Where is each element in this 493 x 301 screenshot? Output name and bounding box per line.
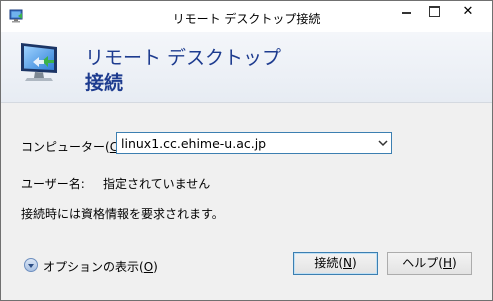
header-title: リモート デスクトップ <box>85 47 282 69</box>
credentials-info: 接続時には資格情報を要求されます。 <box>21 207 224 221</box>
chevron-down-icon[interactable] <box>378 140 388 147</box>
minimize-button[interactable] <box>393 1 419 22</box>
close-icon: ✕ <box>462 4 474 19</box>
maximize-icon <box>429 6 440 17</box>
help-button[interactable]: ヘルプ(H) <box>387 252 472 275</box>
remote-desktop-window: リモート デスクトップ接続 ✕ リモート デスクトップ 接続 コンピューター(C… <box>0 0 493 301</box>
minimize-icon <box>402 12 411 14</box>
header-subtitle: 接続 <box>85 72 124 94</box>
computer-combobox[interactable]: linux1.cc.ehime-u.ac.jp <box>116 132 392 154</box>
computer-input[interactable]: linux1.cc.ehime-u.ac.jp <box>121 136 266 151</box>
title-bar[interactable]: リモート デスクトップ接続 ✕ <box>1 1 492 32</box>
remote-desktop-icon <box>21 43 57 81</box>
username-value: 指定されていません <box>103 177 211 191</box>
options-expand-icon[interactable] <box>24 258 38 272</box>
connect-button[interactable]: 接続(N) <box>293 252 378 275</box>
close-button[interactable]: ✕ <box>450 1 486 22</box>
maximize-button[interactable] <box>421 1 447 22</box>
show-options-label[interactable]: オプションの表示(O) <box>43 258 158 275</box>
computer-label: コンピューター(C): <box>21 140 127 154</box>
dialog-header: リモート デスクトップ 接続 <box>1 32 492 103</box>
username-label: ユーザー名: <box>21 177 85 191</box>
